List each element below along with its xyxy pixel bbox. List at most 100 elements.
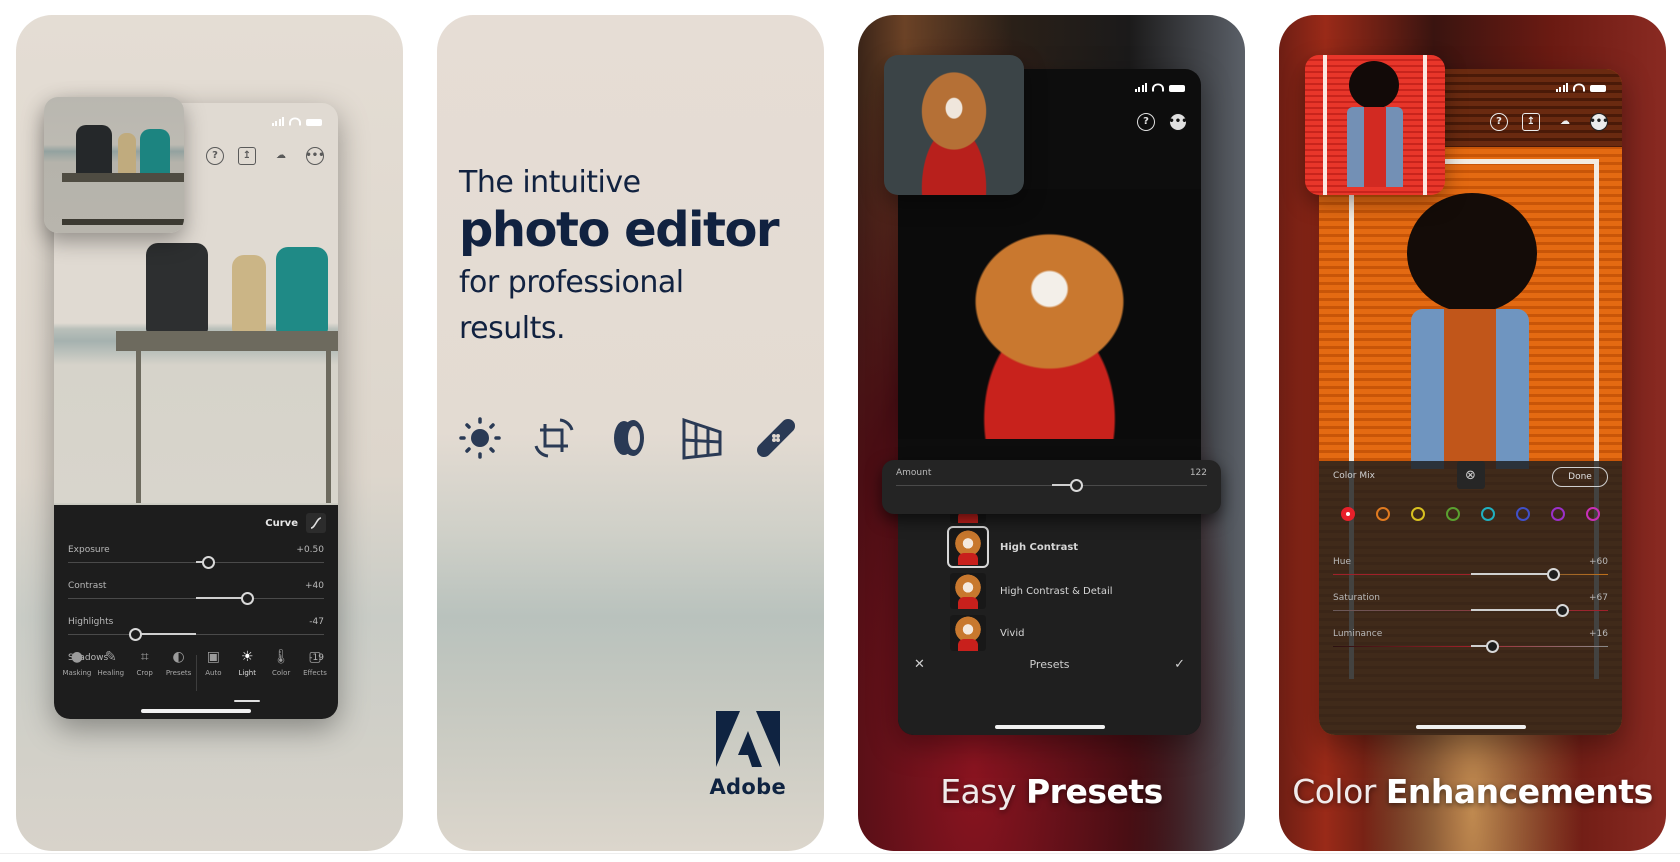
headline: The intuitive photo editor for professio… — [459, 165, 780, 352]
tool-effects[interactable]: ▢ Effects — [298, 649, 332, 697]
curve-icon[interactable] — [306, 513, 326, 533]
swatch-magenta[interactable] — [1586, 507, 1600, 521]
light-icon: ☀ — [240, 649, 254, 665]
presets-title: Presets — [1029, 657, 1070, 671]
tool-label: Color — [271, 669, 291, 677]
photo-person-hair — [1407, 193, 1537, 313]
adobe-logo-icon — [715, 711, 780, 767]
tool-healing[interactable]: ✎ Healing — [94, 649, 128, 697]
caption: Easy Presets — [858, 772, 1245, 811]
edit-panel: Curve Exposure +0.50 Contrast +40 Highli… — [54, 505, 338, 719]
preset-name: High Contrast & Detail — [1000, 585, 1113, 597]
swatch-aqua[interactable] — [1481, 507, 1495, 521]
swatch-purple[interactable] — [1551, 507, 1565, 521]
home-indicator — [994, 725, 1105, 729]
swatch-blue[interactable] — [1516, 507, 1530, 521]
slider-value: +40 — [305, 581, 324, 591]
done-button[interactable]: Done — [1552, 467, 1608, 487]
tool-color[interactable]: 🌡 Color — [264, 649, 298, 697]
crop-icon: ⌗ — [140, 649, 149, 665]
more-icon[interactable]: ••• — [305, 147, 325, 165]
tool-label: Presets — [165, 669, 192, 677]
amount-slider[interactable]: Amount 122 — [882, 460, 1221, 514]
presets-sheet: Bright High Contrast High Contrast & Det… — [898, 481, 1201, 735]
screenshot-card-headline[interactable]: The intuitive photo editor for professio… — [437, 15, 824, 851]
top-toolbar: ? ↥ ☁ ••• — [206, 147, 325, 165]
slider-value: +16 — [1589, 629, 1608, 639]
more-icon[interactable]: ••• — [1589, 113, 1609, 131]
tool-label: Healing — [97, 669, 125, 677]
preset-name: High Contrast — [1000, 541, 1079, 553]
help-icon[interactable]: ? — [1137, 113, 1155, 131]
caption-light: Color — [1292, 772, 1386, 811]
slider-label: Highlights — [68, 617, 114, 627]
color-icon: 🌡 — [272, 649, 291, 665]
cloud-sync-icon[interactable]: ☁ — [1554, 113, 1576, 131]
share-icon[interactable]: ↥ — [1522, 113, 1540, 131]
screenshot-card-color[interactable]: ? ↥ ☁ ••• Color Mix ⊗ Done Hue +60 Satur… — [1279, 15, 1666, 851]
swatch-orange[interactable] — [1376, 507, 1390, 521]
caption-light: Easy — [940, 772, 1026, 811]
swatch-yellow[interactable] — [1411, 507, 1425, 521]
tool-masking[interactable]: ● Masking — [60, 649, 94, 697]
screenshot-card-presets[interactable]: ? ••• Bright High Contrast High Contrast… — [858, 15, 1245, 851]
slider-knob[interactable] — [202, 556, 216, 569]
wifi-icon — [289, 117, 301, 126]
slider-knob[interactable] — [129, 628, 143, 641]
slider-knob[interactable] — [1486, 640, 1499, 653]
slider-fill — [196, 597, 248, 599]
close-icon[interactable]: ✕ — [914, 657, 925, 672]
tool-presets[interactable]: ◐ Presets — [162, 649, 196, 697]
slider-fill — [1470, 609, 1563, 611]
crop-rotate-icon — [531, 415, 577, 461]
home-indicator — [141, 709, 251, 713]
preset-item[interactable]: High Contrast & Detail — [950, 573, 1113, 609]
signal-icon — [1134, 83, 1147, 92]
swatch-green[interactable] — [1446, 507, 1460, 521]
slider-knob[interactable] — [1546, 568, 1560, 581]
cloud-sync-icon[interactable]: ☁ — [270, 147, 292, 165]
curve-toggle[interactable]: Curve — [265, 513, 326, 533]
preset-item[interactable]: Vivid — [950, 615, 1024, 651]
slider-value: 122 — [1189, 468, 1207, 478]
slider-track[interactable] — [68, 634, 324, 635]
tool-crop[interactable]: ⌗ Crop — [128, 649, 162, 697]
slider-knob[interactable] — [1069, 479, 1083, 492]
preset-item-selected[interactable]: High Contrast — [947, 526, 1079, 568]
photo-dog — [232, 255, 266, 333]
target-adjust-icon[interactable]: ⊗ — [1456, 461, 1485, 489]
caption: Color Enhancements — [1279, 772, 1666, 811]
tool-label: Auto — [205, 669, 222, 677]
caption-bold: Presets — [1026, 772, 1163, 811]
slider-fill — [1470, 573, 1553, 575]
screenshot-card-editor[interactable]: ? ↥ ☁ ••• Curve Exposure +0.50 Contrast … — [16, 15, 403, 851]
tool-label: Light — [238, 669, 256, 677]
confirm-check-icon[interactable]: ✓ — [1174, 657, 1185, 672]
tool-label: Effects — [303, 669, 327, 677]
before-thumbnail — [1305, 55, 1445, 195]
light-icon — [457, 415, 503, 461]
more-icon[interactable]: ••• — [1168, 113, 1188, 131]
slider-highlights[interactable]: Highlights -47 — [68, 617, 324, 643]
adobe-wordmark: Adobe — [709, 775, 786, 799]
share-icon[interactable]: ↥ — [238, 147, 256, 165]
auto-icon: ▣ — [206, 649, 220, 665]
slider-contrast[interactable]: Contrast +40 — [68, 581, 324, 607]
headline-line1: The intuitive — [459, 165, 641, 200]
swatch-red[interactable] — [1341, 507, 1355, 521]
help-icon[interactable]: ? — [206, 147, 224, 165]
amount-slider-row[interactable]: Amount 122 — [896, 468, 1207, 498]
slider-knob[interactable] — [240, 592, 254, 605]
tool-light[interactable]: ☀ Light — [230, 649, 264, 702]
tool-auto[interactable]: ▣ Auto — [196, 649, 230, 697]
slider-saturation[interactable]: Saturation +67 — [1333, 593, 1608, 619]
wifi-icon — [1573, 83, 1585, 92]
help-icon[interactable]: ? — [1490, 113, 1508, 131]
thumb-person-woman — [140, 129, 170, 175]
slider-knob[interactable] — [1556, 604, 1570, 617]
photo-person-body — [1411, 309, 1529, 469]
slider-exposure[interactable]: Exposure +0.50 — [68, 545, 324, 571]
slider-hue[interactable]: Hue +60 — [1333, 557, 1608, 583]
masking-icon: ● — [70, 649, 84, 665]
slider-luminance[interactable]: Luminance +16 — [1333, 629, 1608, 655]
